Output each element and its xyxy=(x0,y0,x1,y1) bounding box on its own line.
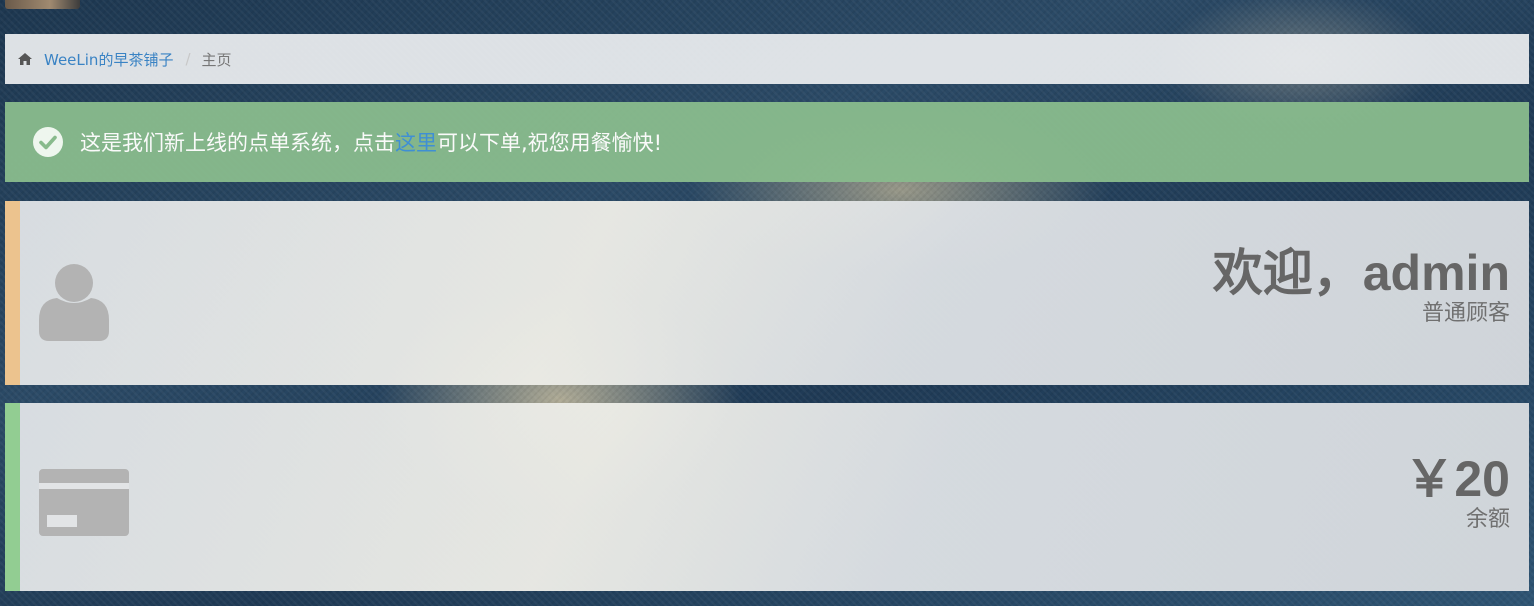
balance-label: 余额 xyxy=(1465,507,1510,532)
panel-accent-stripe xyxy=(5,201,20,385)
alert-text-after: 可以下单,祝您用餐愉快! xyxy=(437,131,663,155)
check-circle-icon xyxy=(33,127,63,157)
welcome-info: 欢迎，admin 普通顾客 xyxy=(1213,245,1510,327)
alert-text-before: 这是我们新上线的点单系统，点击 xyxy=(80,131,395,155)
welcome-panel: 欢迎，admin 普通顾客 xyxy=(5,201,1529,385)
breadcrumb: WeeLin的早茶铺子 / 主页 xyxy=(5,34,1529,84)
balance-panel: ￥20 余额 xyxy=(5,403,1529,591)
order-link[interactable]: 这里 xyxy=(395,127,437,157)
breadcrumb-site-link[interactable]: WeeLin的早茶铺子 xyxy=(44,49,173,70)
breadcrumb-current: 主页 xyxy=(201,50,232,69)
user-role: 普通顾客 xyxy=(1421,301,1510,326)
welcome-greeting: 欢迎，admin xyxy=(1212,245,1510,301)
user-icon xyxy=(39,264,109,341)
balance-info: ￥20 余额 xyxy=(1404,451,1510,533)
home-icon xyxy=(18,53,32,65)
breadcrumb-separator: / xyxy=(185,50,191,68)
credit-card-icon xyxy=(39,469,129,536)
avatar[interactable] xyxy=(5,0,80,9)
success-alert: 这是我们新上线的点单系统，点击 这里 可以下单,祝您用餐愉快! xyxy=(5,102,1529,182)
balance-amount: ￥20 xyxy=(1404,451,1510,507)
panel-accent-stripe xyxy=(5,403,20,591)
